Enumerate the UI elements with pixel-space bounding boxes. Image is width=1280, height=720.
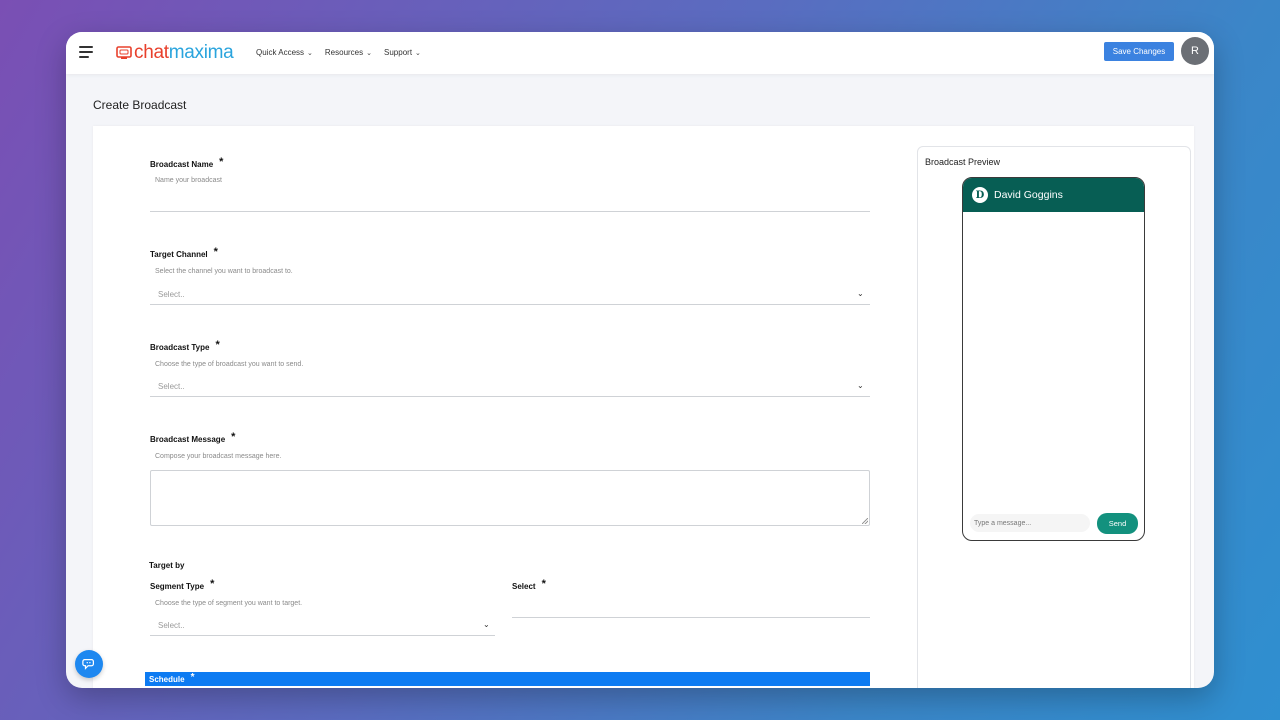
label-text: Segment Type [150, 582, 205, 591]
nav-resources[interactable]: Resources ⌄ [325, 48, 372, 57]
chevron-down-icon[interactable]: ⌄ [483, 620, 490, 629]
nav-label: Resources [324, 48, 364, 57]
broadcast-type-underline [150, 396, 870, 397]
resize-handle-icon[interactable] [862, 518, 868, 524]
chevron-down-icon: ⌄ [415, 49, 421, 57]
broadcast-message-hint: Compose your broadcast message here. [155, 453, 282, 460]
main-nav: Quick Access ⌄ Resources ⌄ Support ⌄ [256, 48, 421, 57]
required-marker: * [213, 246, 218, 258]
nav-support[interactable]: Support ⌄ [384, 48, 421, 57]
broadcast-type-label: Broadcast Type * [150, 339, 220, 353]
broadcast-name-input[interactable] [150, 211, 870, 212]
target-channel-underline [150, 304, 870, 305]
chat-support-button[interactable] [75, 650, 103, 678]
page-title: Create Broadcast [93, 98, 187, 112]
hamburger-menu-icon[interactable] [79, 46, 93, 58]
schedule-section-header[interactable]: Schedule * [145, 672, 870, 686]
nav-label: Support [384, 48, 413, 57]
required-marker: * [210, 578, 215, 590]
chatmaxima-logo[interactable]: chatmaxima [116, 42, 234, 64]
nav-label: Quick Access [256, 48, 305, 57]
message-input[interactable] [970, 514, 1090, 532]
broadcast-name-label: Broadcast Name * [150, 156, 224, 170]
send-button[interactable]: Send [1097, 513, 1138, 534]
user-avatar[interactable]: R [1181, 37, 1209, 65]
segment-type-underline [150, 635, 495, 636]
contact-name: David Goggins [994, 189, 1063, 201]
label-text: Broadcast Type [150, 343, 210, 352]
preview-title: Broadcast Preview [925, 157, 1001, 167]
label-text: Target Channel [150, 250, 208, 259]
phone-mockup: D David Goggins Send [962, 177, 1145, 541]
broadcast-message-textarea[interactable] [150, 470, 870, 526]
target-channel-label: Target Channel * [150, 246, 218, 260]
broadcast-form-card: Broadcast Name * Name your broadcast Targ… [93, 126, 1194, 688]
logo-text-chat: chat [134, 42, 169, 63]
logo-monitor-icon [116, 46, 132, 59]
target-by-heading: Target by [149, 561, 185, 570]
chevron-down-icon: ⌄ [307, 49, 313, 57]
contact-avatar: D [972, 187, 988, 203]
required-marker: * [231, 431, 236, 443]
save-changes-button[interactable]: Save Changes [1104, 42, 1174, 61]
required-marker: * [541, 578, 546, 590]
chat-header: D David Goggins [963, 178, 1144, 212]
broadcast-type-hint: Choose the type of broadcast you want to… [155, 361, 304, 368]
label-text: Broadcast Name [150, 160, 214, 169]
label-text: Schedule [149, 674, 185, 684]
broadcast-preview-panel: Broadcast Preview D David Goggins Send [917, 146, 1191, 688]
segment-type-hint: Choose the type of segment you want to t… [155, 600, 303, 607]
segment-type-select[interactable]: Select.. [158, 621, 185, 630]
top-navbar: chatmaxima Quick Access ⌄ Resources ⌄ Su… [66, 32, 1214, 74]
chevron-down-icon: ⌄ [366, 49, 373, 57]
chevron-down-icon[interactable]: ⌄ [857, 289, 864, 298]
nav-quick-access[interactable]: Quick Access ⌄ [256, 48, 313, 57]
label-text: Broadcast Message [150, 435, 226, 444]
app-window: chatmaxima Quick Access ⌄ Resources ⌄ Su… [66, 32, 1214, 688]
select-input[interactable] [512, 617, 870, 618]
required-marker: * [219, 156, 224, 168]
required-marker: * [190, 671, 195, 683]
target-channel-select[interactable]: Select.. [158, 290, 185, 299]
broadcast-message-label: Broadcast Message * [150, 431, 236, 445]
label-text: Select [512, 582, 536, 591]
broadcast-type-select[interactable]: Select.. [158, 382, 185, 391]
target-channel-hint: Select the channel you want to broadcast… [155, 268, 293, 275]
chat-bubble-icon [82, 659, 94, 670]
broadcast-name-hint: Name your broadcast [155, 177, 222, 184]
required-marker: * [215, 339, 220, 351]
select-label: Select * [512, 578, 546, 592]
chevron-down-icon[interactable]: ⌄ [857, 381, 864, 390]
segment-type-label: Segment Type * [150, 578, 215, 592]
logo-text-maxima: maxima [168, 42, 234, 63]
